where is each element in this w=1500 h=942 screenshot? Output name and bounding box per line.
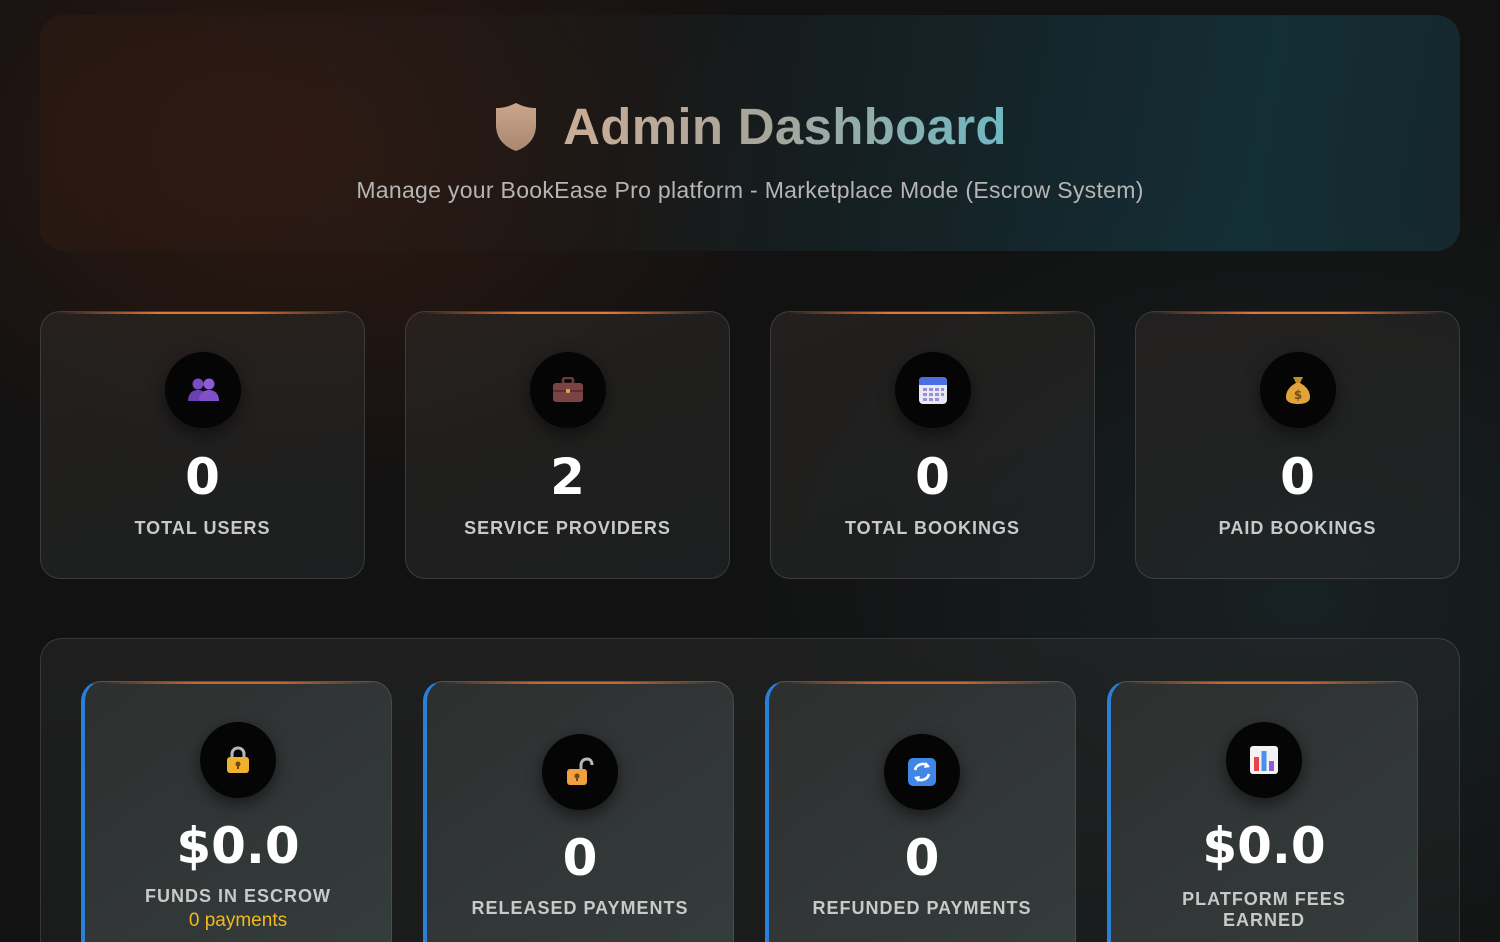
escrow-card-funds: $0.0 FUNDS IN ESCROW 0 payments: [81, 681, 392, 942]
stat-label: TOTAL BOOKINGS: [844, 518, 1020, 538]
stat-label: PAID BOOKINGS: [1218, 518, 1377, 538]
stat-card-service-providers: 2 SERVICE PROVIDERS: [405, 311, 730, 579]
escrow-value: 0: [904, 829, 940, 887]
stat-label: TOTAL USERS: [134, 518, 271, 538]
escrow-card-platform-fees: $0.0 PLATFORM FEES EARNED: [1107, 681, 1418, 942]
escrow-panel: $0.0 FUNDS IN ESCROW 0 payments 0 RELEAS…: [40, 638, 1460, 942]
escrow-card-released: 0 RELEASED PAYMENTS: [423, 681, 734, 942]
users-icon: [164, 352, 241, 428]
stat-value: 2: [550, 448, 585, 506]
header-banner: Admin Dashboard Manage your BookEase Pro…: [40, 15, 1460, 251]
escrow-label-line1: PLATFORM FEES: [1182, 889, 1346, 909]
stat-label: SERVICE PROVIDERS: [464, 518, 671, 538]
stat-card-total-users: 0 TOTAL USERS: [40, 311, 365, 579]
unlock-icon: [542, 734, 618, 810]
page-title: Admin Dashboard: [563, 98, 1007, 155]
refresh-icon: [884, 734, 960, 810]
briefcase-icon: [529, 352, 606, 428]
bar-chart-icon: [1226, 722, 1302, 798]
stat-card-paid-bookings: $ 0 PAID BOOKINGS: [1135, 311, 1460, 579]
stat-card-total-bookings: 0 TOTAL BOOKINGS: [770, 311, 1095, 579]
payments-count-note: 0 payments: [188, 910, 288, 931]
escrow-value: $0.0: [1202, 817, 1326, 875]
stat-value: 0: [1280, 448, 1315, 506]
title-row: Admin Dashboard: [40, 97, 1460, 156]
stats-row: 0 TOTAL USERS 2 SERVICE PROVIDERS 0 TOTA…: [40, 311, 1460, 579]
calendar-icon: [894, 352, 971, 428]
escrow-label: PLATFORM FEES EARNED: [1111, 889, 1417, 931]
page-subtitle: Manage your BookEase Pro platform - Mark…: [356, 177, 1144, 203]
escrow-label: RELEASED PAYMENTS: [471, 898, 689, 918]
svg-text:$: $: [1293, 388, 1301, 402]
escrow-label: REFUNDED PAYMENTS: [812, 898, 1032, 918]
escrow-value: 0: [562, 829, 598, 887]
stat-value: 0: [915, 448, 950, 506]
escrow-card-refunded: 0 REFUNDED PAYMENTS: [765, 681, 1076, 942]
stat-value: 0: [185, 448, 220, 506]
lock-icon: [200, 722, 276, 798]
escrow-value: $0.0: [176, 817, 300, 875]
escrow-label: FUNDS IN ESCROW: [145, 886, 331, 906]
shield-icon: [496, 102, 537, 151]
escrow-label-line2: EARNED: [1222, 910, 1305, 930]
money-bag-icon: $: [1259, 352, 1336, 428]
